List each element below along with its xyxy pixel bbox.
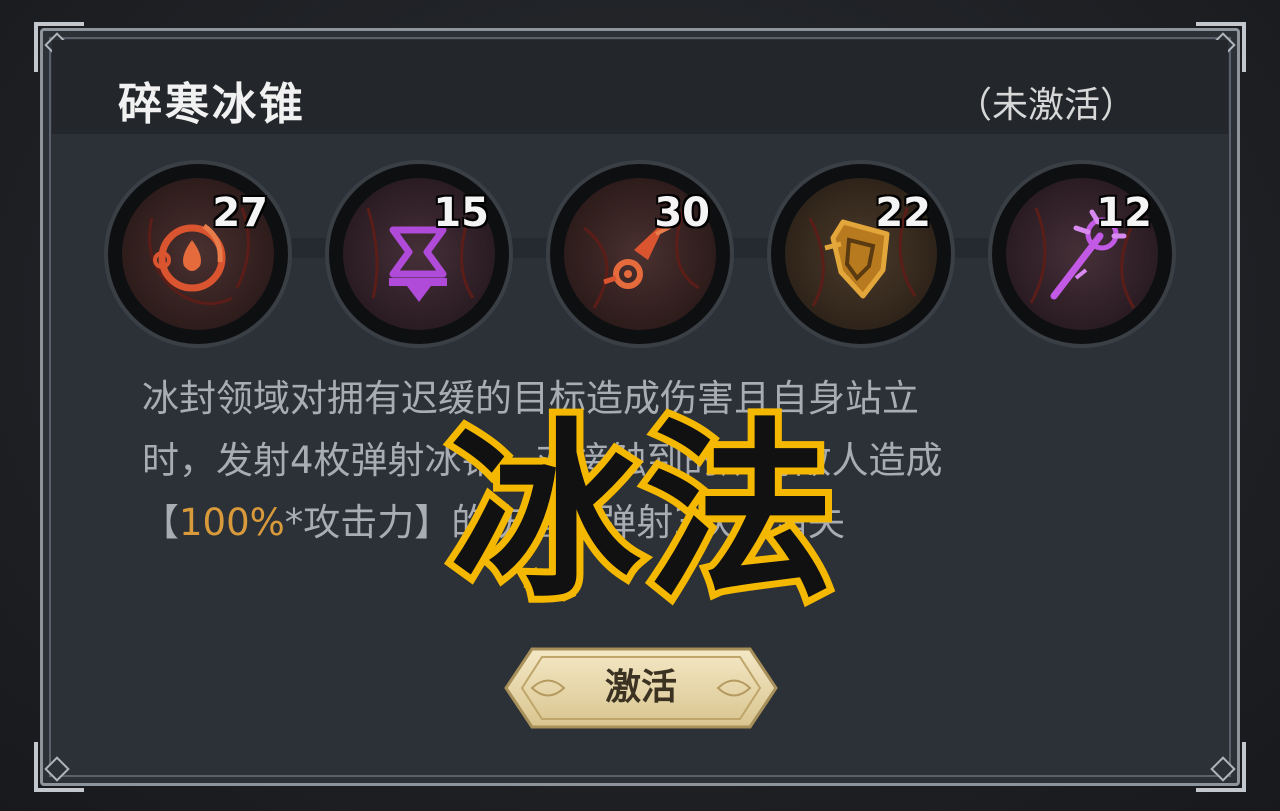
frame-corner-ornament — [34, 742, 84, 792]
requirement-slot-3[interactable]: 30 — [550, 164, 730, 344]
requirement-slot-5[interactable]: 12 — [992, 164, 1172, 344]
requirement-slot-2[interactable]: 15 — [329, 164, 509, 344]
requirement-count: 12 — [1096, 190, 1152, 236]
requirement-count: 27 — [212, 190, 268, 236]
requirement-slot-1[interactable]: 27 — [108, 164, 288, 344]
requirement-slot-4[interactable]: 22 — [771, 164, 951, 344]
activate-button-label: 激活 — [604, 667, 677, 708]
frame-corner-ornament — [1196, 742, 1246, 792]
damage-percent: 100% — [179, 501, 285, 544]
panel-header: 碎寒冰锥 （未激活） — [52, 40, 1228, 134]
requirement-count: 30 — [654, 190, 710, 236]
bracket-open: 【 — [142, 501, 179, 544]
activate-button[interactable]: 激活 — [502, 645, 780, 731]
overlay-caption: 冰法 — [443, 402, 841, 623]
skill-title: 碎寒冰锥 — [118, 79, 306, 130]
game-screen: 碎寒冰锥 （未激活） 27 15 30 22 12 冰封领域对拥有迟缓的目标造成… — [0, 0, 1280, 811]
activation-status: （未激活） — [955, 85, 1136, 126]
requirement-count: 15 — [433, 190, 489, 236]
requirement-count: 22 — [875, 190, 931, 236]
